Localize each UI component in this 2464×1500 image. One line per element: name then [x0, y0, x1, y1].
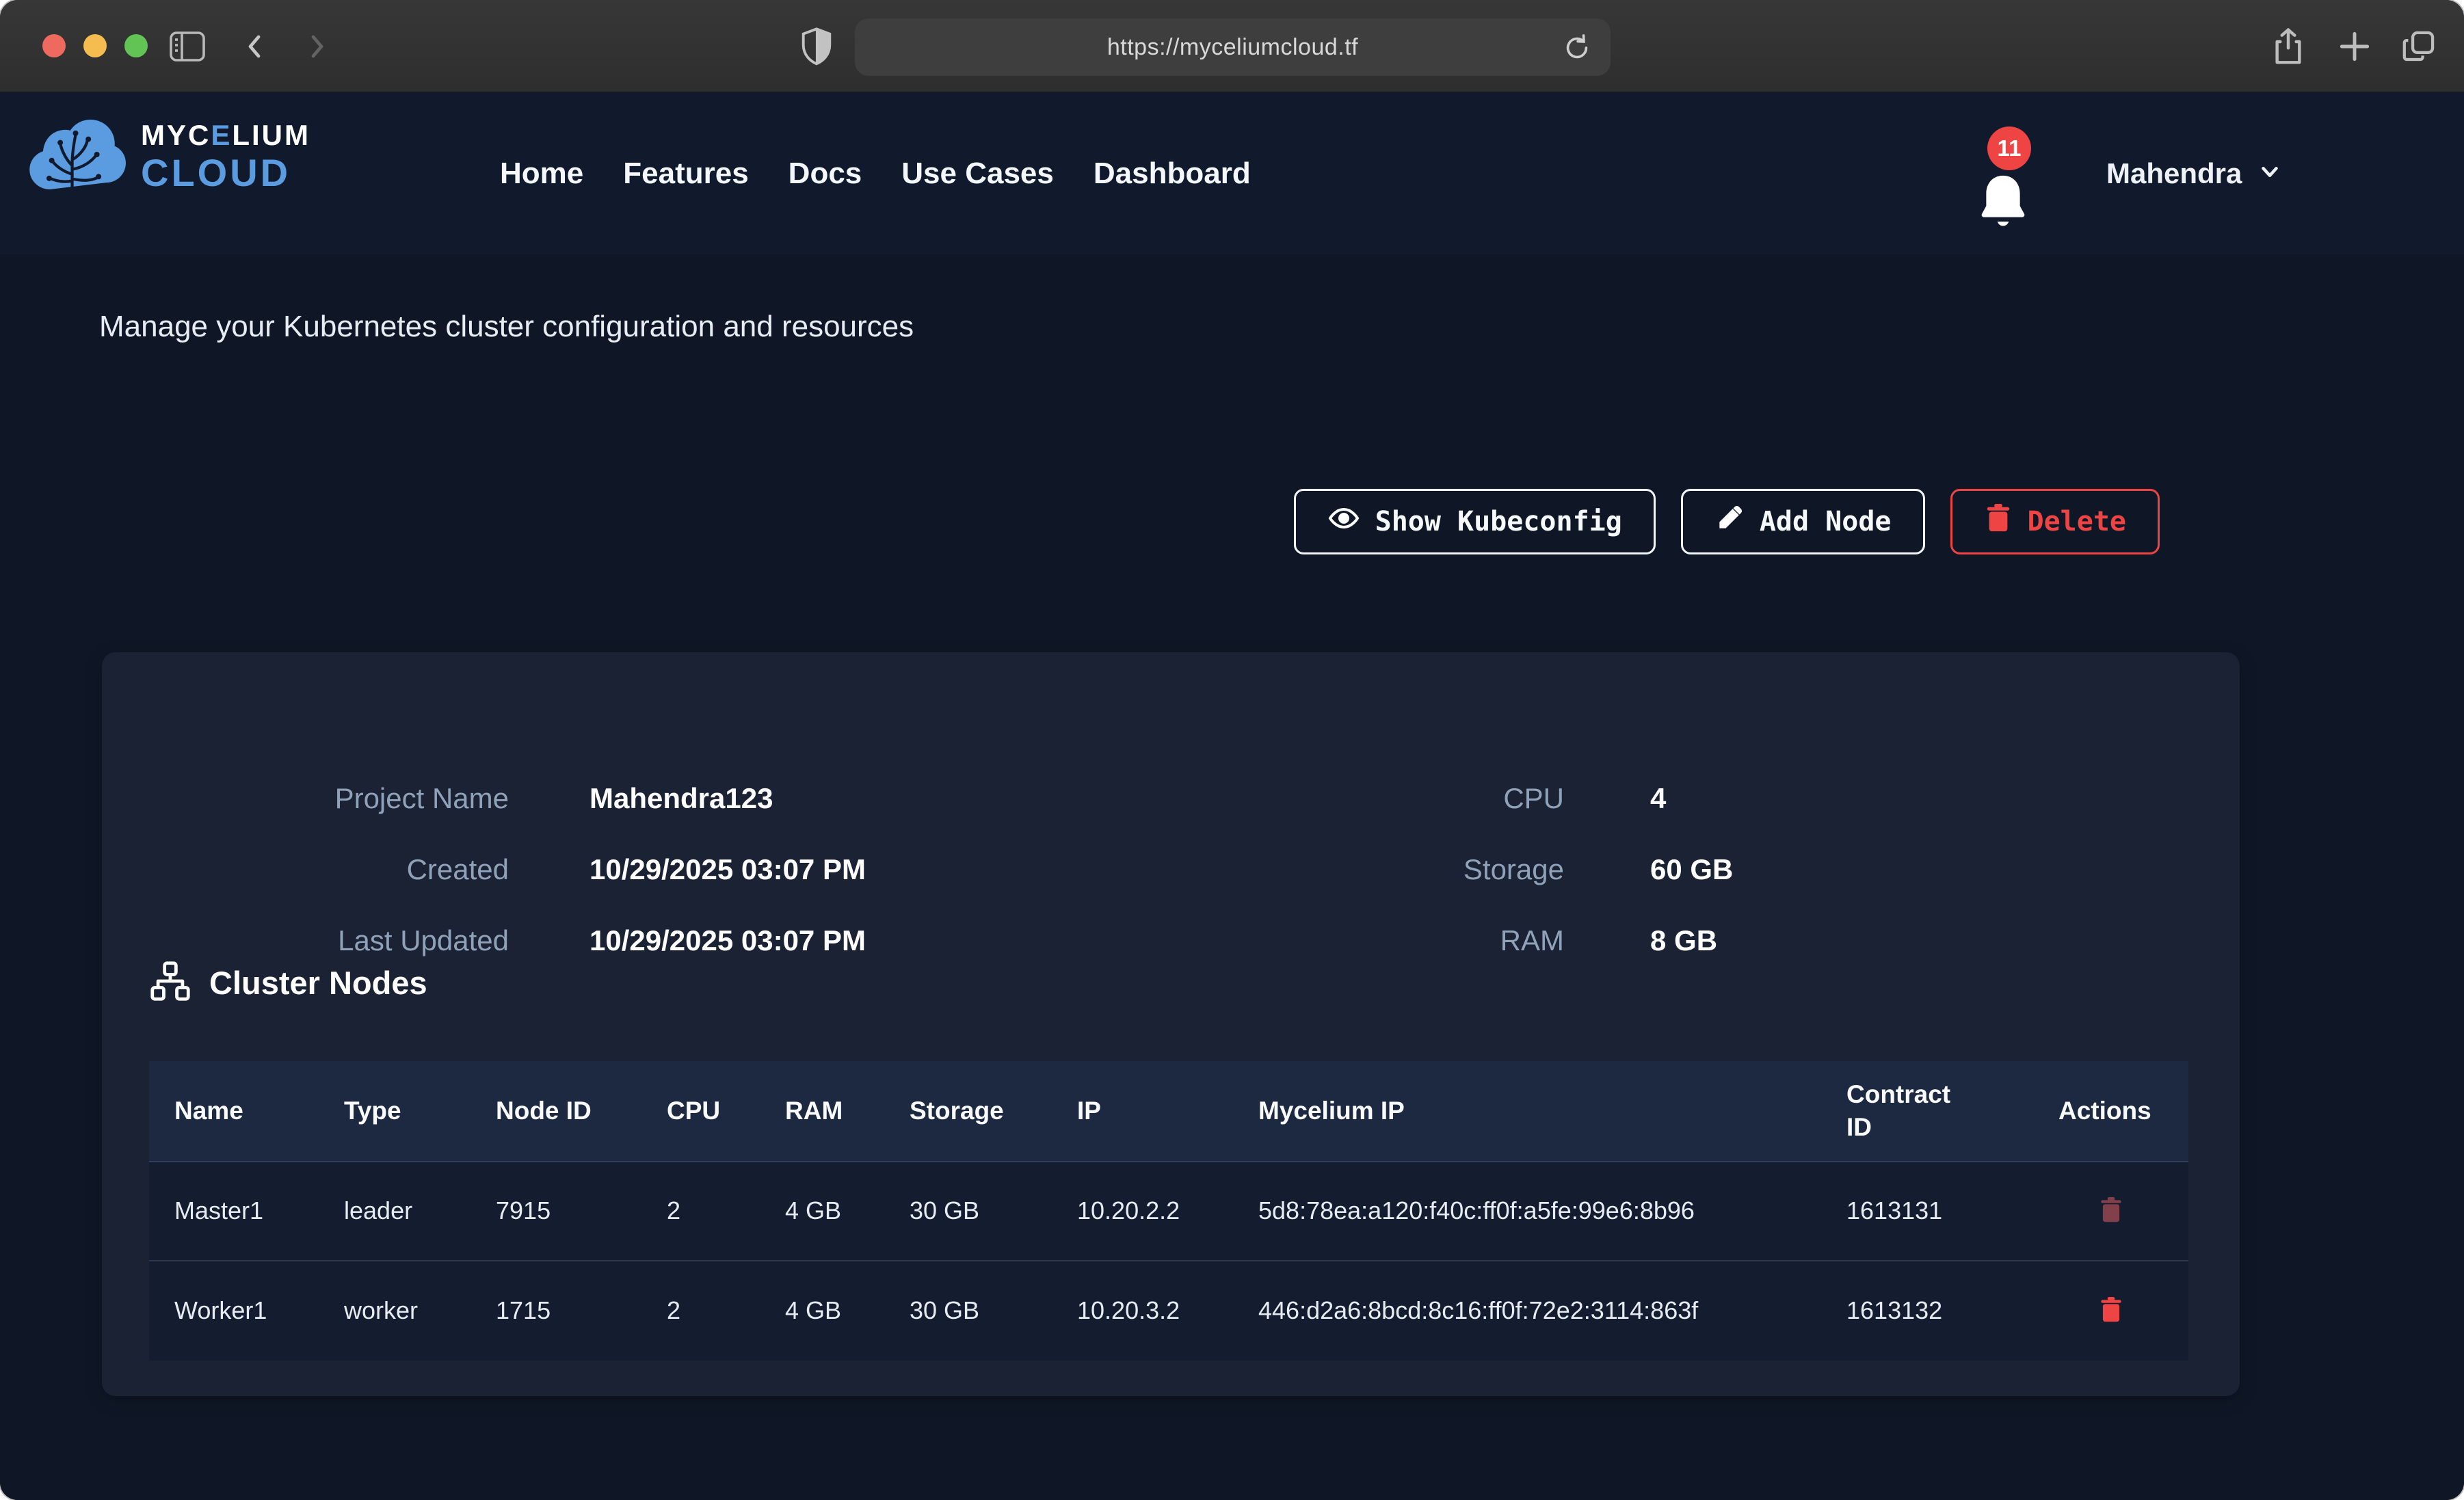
notification-badge: 11	[1987, 126, 2031, 170]
nav-link-use-cases[interactable]: Use Cases	[901, 157, 1054, 191]
zoom-window-button[interactable]	[124, 34, 148, 57]
info-last-updated: Last Updated 10/29/2025 03:07 PM	[167, 924, 866, 957]
delete-node-button[interactable]	[2098, 1296, 2124, 1326]
info-ram: RAM 8 GB	[1318, 924, 1717, 957]
share-icon[interactable]	[2269, 23, 2307, 70]
table-row: Worker1 worker 1715 2 4 GB 30 GB 10.20.3…	[149, 1261, 2188, 1361]
brand-logo[interactable]: MYCELIUM CLOUD	[26, 113, 310, 200]
delete-node-button[interactable]	[2098, 1196, 2124, 1227]
sidebar-toggle-icon[interactable]	[170, 23, 205, 70]
site-navbar: MYCELIUM CLOUD Home Features Docs Use Ca…	[0, 92, 2464, 254]
nav-link-dashboard[interactable]: Dashboard	[1094, 157, 1251, 191]
minimize-window-button[interactable]	[83, 34, 107, 57]
table-row: Master1 leader 7915 2 4 GB 30 GB 10.20.2…	[149, 1162, 2188, 1261]
tab-overview-icon[interactable]	[2399, 23, 2439, 70]
chevron-down-icon	[2257, 159, 2283, 188]
page-content: Mahendra123 Mahendra123 Manage your Kube…	[0, 92, 2464, 1500]
cluster-nodes-heading: Cluster Nodes	[149, 960, 427, 1006]
cluster-actions: Show Kubeconfig Add Node Delete	[1294, 489, 2160, 554]
new-tab-icon[interactable]	[2335, 23, 2374, 70]
page-subtitle: Manage your Kubernetes cluster configura…	[99, 310, 914, 344]
browser-window: https://myceliumcloud.tf	[0, 0, 2464, 1500]
close-window-button[interactable]	[42, 34, 66, 57]
info-storage: Storage 60 GB	[1318, 853, 1733, 886]
nav-link-features[interactable]: Features	[623, 157, 748, 191]
back-icon[interactable]	[241, 23, 271, 70]
delete-cluster-button[interactable]: Delete	[1950, 489, 2160, 554]
brand-line2: CLOUD	[141, 154, 310, 192]
address-bar[interactable]: https://myceliumcloud.tf	[855, 18, 1611, 76]
eye-icon	[1327, 502, 1360, 541]
mycelium-cloud-logo-icon	[26, 113, 129, 200]
add-node-button[interactable]: Add Node	[1681, 489, 1925, 554]
user-name: Mahendra	[2106, 157, 2242, 190]
browser-toolbar: https://myceliumcloud.tf	[0, 0, 2464, 92]
nav-link-docs[interactable]: Docs	[789, 157, 862, 191]
notifications-button[interactable]: 11	[1968, 126, 2050, 236]
info-cpu: CPU 4	[1318, 782, 1666, 815]
nav-links: Home Features Docs Use Cases Dashboard	[500, 92, 1251, 254]
privacy-shield-icon[interactable]	[799, 23, 834, 70]
user-menu[interactable]: Mahendra	[2106, 92, 2283, 254]
table-header-row: Name Type Node ID CPU RAM Storage IP Myc…	[149, 1061, 2188, 1162]
show-kubeconfig-button[interactable]: Show Kubeconfig	[1294, 489, 1656, 554]
pencil-icon	[1714, 503, 1745, 540]
info-created: Created 10/29/2025 03:07 PM	[167, 853, 866, 886]
url-text: https://myceliumcloud.tf	[1107, 34, 1358, 61]
trash-icon	[1984, 503, 2013, 541]
info-project-name: Project Name Mahendra123	[167, 782, 773, 815]
reload-icon[interactable]	[1561, 32, 1593, 67]
cluster-nodes-table: Name Type Node ID CPU RAM Storage IP Myc…	[149, 1061, 2188, 1361]
bell-icon	[1974, 169, 2032, 235]
forward-icon[interactable]	[301, 23, 331, 70]
brand-line1: MYCELIUM	[141, 121, 310, 150]
network-icon	[149, 960, 191, 1006]
nav-link-home[interactable]: Home	[500, 157, 583, 191]
cluster-detail-card: Project Name Mahendra123 Created 10/29/2…	[102, 652, 2240, 1396]
